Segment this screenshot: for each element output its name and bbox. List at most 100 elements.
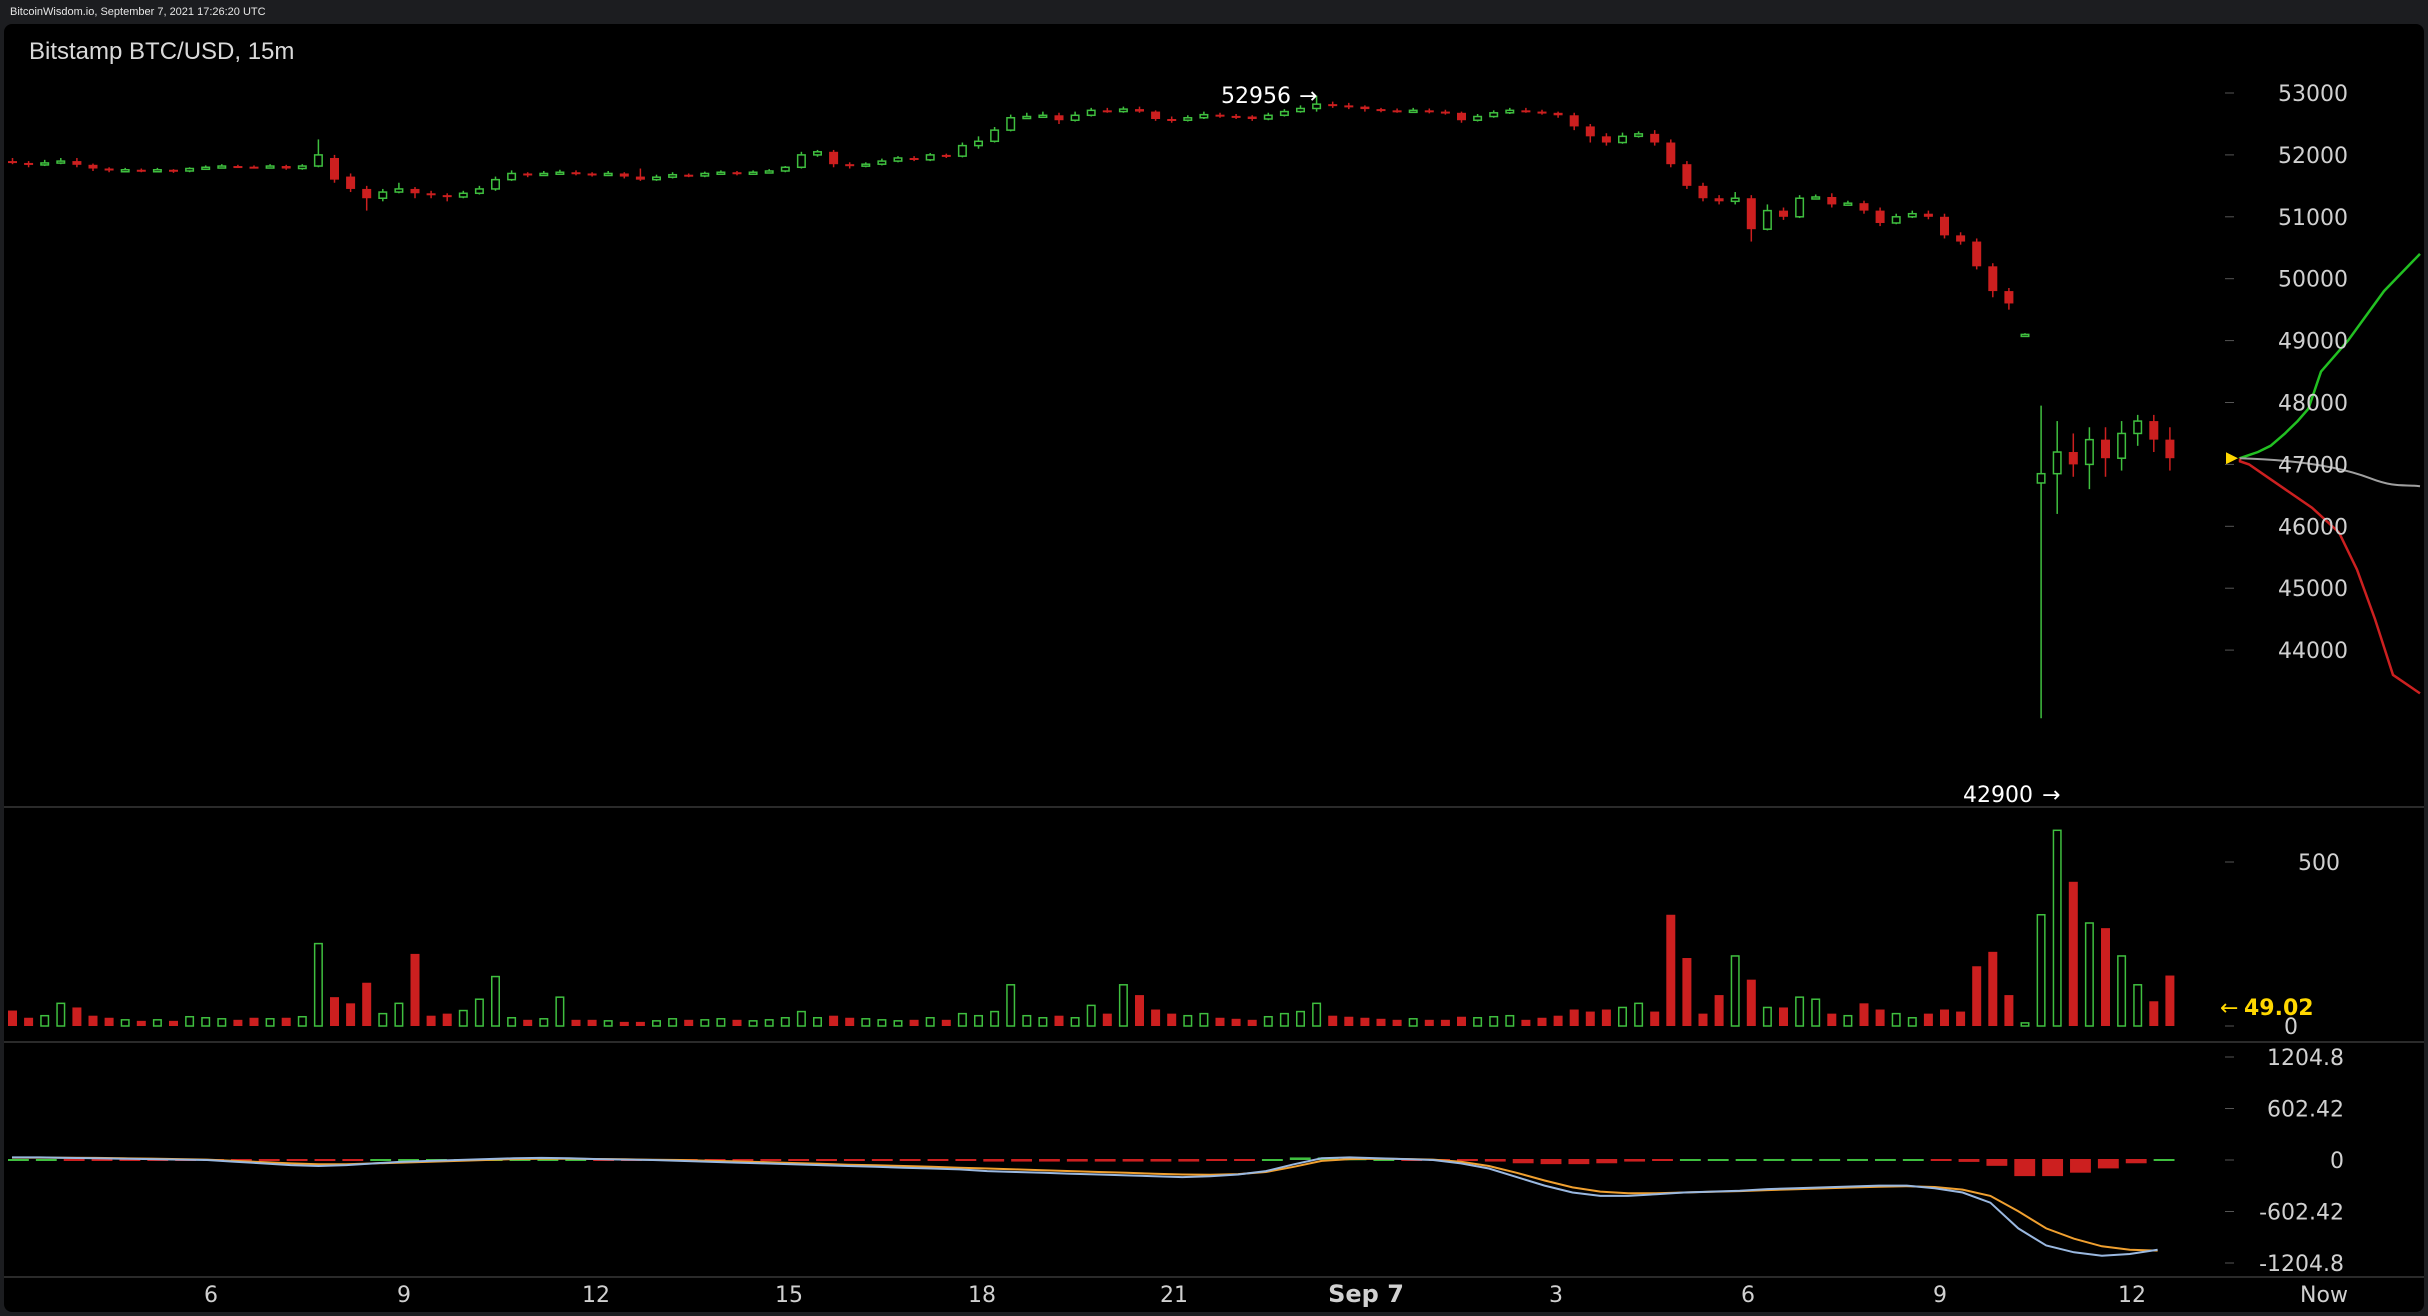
macd-histogram-bar (2097, 1159, 2119, 1169)
candle-body (1746, 198, 1756, 230)
candle-body (957, 144, 967, 157)
candle-body (539, 172, 549, 177)
chart-title: Bitstamp BTC/USD, 15m (29, 38, 295, 65)
x-axis-label: 9 (397, 1283, 411, 1308)
volume-bar (297, 1015, 307, 1027)
candle-body (1698, 185, 1708, 199)
volume-pane (8, 829, 2175, 1027)
macd-histogram-bar (1819, 1158, 1841, 1161)
macd-histogram-bar (1289, 1157, 1311, 1160)
volume-bar (1972, 966, 1982, 1026)
volume-bar (281, 1017, 291, 1026)
candle-body (1811, 196, 1821, 200)
volume-bar (1859, 1003, 1869, 1026)
candle-body (1988, 266, 1998, 292)
candle-body (732, 172, 742, 175)
volume-bar (1730, 955, 1740, 1027)
macd-histogram-bar (1679, 1159, 1701, 1161)
macd-histogram-bar (8, 1159, 29, 1161)
macd-signal-line (12, 1156, 2158, 1252)
candle-body (1682, 164, 1692, 186)
volume-bar (1102, 1013, 1112, 1026)
candle-body (1054, 115, 1064, 121)
price-tick-label: 47000 (2278, 453, 2348, 478)
candle-body (2068, 452, 2078, 465)
volume-bar (1215, 1017, 1225, 1026)
volume-bar (1167, 1013, 1177, 1026)
candle-body (491, 178, 500, 190)
volume-bar (1891, 1012, 1901, 1027)
candle-body (668, 173, 678, 178)
candle-body (1440, 111, 1450, 114)
macd-histogram-bar (983, 1159, 1005, 1162)
price-tick-label: 50000 (2278, 268, 2348, 293)
macd-histogram-bar (955, 1159, 977, 1161)
candle-body (587, 173, 597, 176)
volume-bar (893, 1020, 903, 1027)
candle-body (1151, 111, 1161, 119)
macd-histogram-bar (35, 1159, 57, 1161)
volume-bar (1682, 958, 1692, 1026)
volume-bar (1779, 1007, 1788, 1026)
watermark-text: BitcoinWisdom.io, September 7, 2021 17:2… (10, 6, 266, 18)
candle-body (297, 165, 307, 170)
candle-body (1762, 209, 1772, 230)
macd-tick-label: -602.42 (2259, 1201, 2344, 1226)
volume-bar (378, 1012, 388, 1027)
macd-histogram-bar (1234, 1159, 1255, 1161)
macd-histogram-bar (899, 1159, 921, 1161)
volume-bar (1344, 1016, 1354, 1026)
macd-histogram-bar (843, 1159, 865, 1161)
macd-histogram-bar (1930, 1159, 1952, 1161)
volume-bar (925, 1017, 935, 1027)
candle-body (1070, 114, 1080, 121)
volume-bar (88, 1015, 98, 1026)
volume-bar (1006, 984, 1016, 1027)
candle-body (1183, 117, 1193, 121)
macd-histogram-bar (1986, 1159, 2008, 1166)
volume-bar (587, 1019, 597, 1026)
macd-histogram-bar (871, 1159, 893, 1161)
candle-body (684, 174, 694, 177)
volume-bar (2149, 1001, 2159, 1026)
volume-bar (1070, 1017, 1080, 1027)
chart-panel[interactable]: Bitstamp BTC/USD, 15m 53000 52000 51000 500… (4, 24, 2424, 1312)
macd-histogram-bar (1066, 1159, 1088, 1162)
macd-tick-label: 602.42 (2267, 1098, 2344, 1123)
volume-bar (201, 1017, 211, 1027)
candle-body (619, 173, 629, 177)
candle-body (1650, 133, 1660, 143)
candle-body (72, 161, 82, 165)
volume-bar (764, 1019, 774, 1027)
volume-bar (1666, 914, 1676, 1026)
chart-svg[interactable]: 53000 52000 51000 50000 49000 48000 47000 46000… (4, 24, 2424, 1312)
volume-bar (1553, 1015, 1563, 1026)
candle-body (1779, 210, 1788, 217)
macd-histogram-bar (2014, 1159, 2036, 1177)
macd-histogram-bar (1512, 1159, 1534, 1164)
volume-bar (1279, 1012, 1289, 1027)
macd-histogram-bar (1596, 1159, 1618, 1164)
macd-histogram-bar (2070, 1159, 2091, 1173)
volume-bar (861, 1018, 871, 1027)
candle-body (1601, 136, 1611, 143)
volume-bar (1183, 1014, 1193, 1027)
candle-body (1923, 213, 1933, 217)
volume-bar (1489, 1015, 1499, 1027)
candle-body (426, 193, 436, 196)
volume-bar (507, 1017, 517, 1027)
candle-body (1489, 112, 1499, 118)
price-tick-label: 49000 (2278, 330, 2348, 355)
candle-body (1521, 110, 1531, 113)
volume-bar (845, 1017, 855, 1026)
candle-body (169, 169, 178, 172)
volume-bar (877, 1019, 887, 1027)
volume-bar (362, 982, 372, 1026)
volume-bar (1328, 1015, 1338, 1026)
volume-bar (635, 1021, 645, 1026)
macd-histogram-bar (370, 1159, 392, 1161)
candle-body (410, 188, 420, 194)
macd-histogram-bar (1094, 1159, 1116, 1162)
macd-tick-label: -1204.8 (2259, 1252, 2344, 1277)
volume-bar (1988, 951, 1998, 1026)
